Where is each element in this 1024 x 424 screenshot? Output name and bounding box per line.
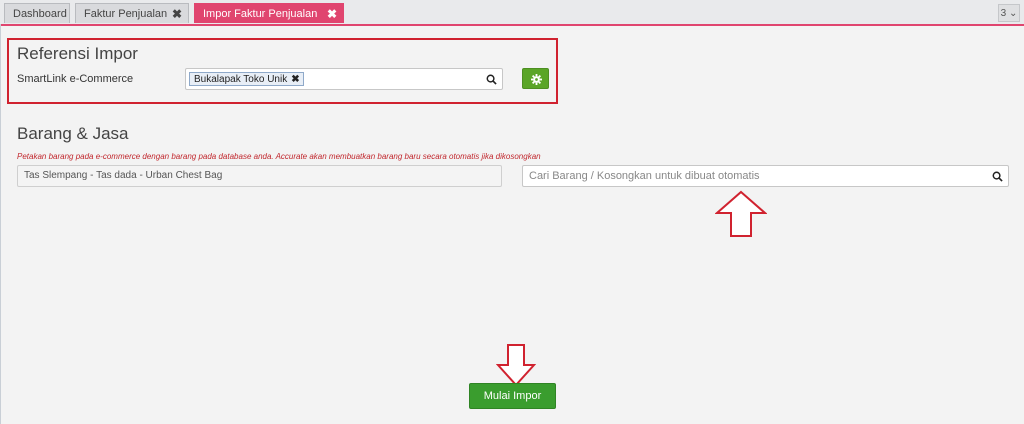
tab-bar: Dashboard Faktur Penjualan ✖ Impor Faktu… <box>0 0 1024 26</box>
reference-title: Referensi Impor <box>17 44 138 63</box>
selected-chip: Bukalapak Toko Unik ✖ <box>189 72 304 86</box>
chip-label: Bukalapak Toko Unik <box>194 74 288 85</box>
arrow-up-annotation-icon <box>715 190 767 237</box>
start-import-button[interactable]: Mulai Impor <box>469 383 556 409</box>
tab-label: Faktur Penjualan <box>84 8 168 20</box>
item-search-input[interactable] <box>523 166 983 186</box>
search-icon[interactable] <box>486 74 497 85</box>
smartlink-select[interactable]: Bukalapak Toko Unik ✖ <box>185 68 503 90</box>
tab-label: Dashboard <box>13 8 67 20</box>
remove-chip-icon[interactable]: ✖ <box>291 74 299 85</box>
tab-label: Impor Faktur Penjualan <box>203 8 318 20</box>
ecommerce-item-field: Tas Slempang - Tas dada - Urban Chest Ba… <box>17 165 502 187</box>
tab-faktur-penjualan[interactable]: Faktur Penjualan ✖ <box>75 3 189 23</box>
mapping-note: Petakan barang pada e-commerce dengan ba… <box>17 152 541 161</box>
goods-title: Barang & Jasa <box>17 124 129 143</box>
item-search-box[interactable] <box>522 165 1009 187</box>
tab-count-dropdown[interactable]: 3 ⌄ <box>998 4 1020 22</box>
left-frame-border <box>0 24 1 424</box>
settings-button[interactable] <box>522 68 549 89</box>
tab-impor-faktur-penjualan[interactable]: Impor Faktur Penjualan ✖ <box>194 3 344 23</box>
search-icon[interactable] <box>992 171 1003 182</box>
arrow-down-annotation-icon <box>496 344 536 387</box>
smartlink-label: SmartLink e-Commerce <box>17 73 134 85</box>
gear-icon <box>531 74 542 85</box>
tab-dashboard[interactable]: Dashboard <box>4 3 70 23</box>
close-icon[interactable]: ✖ <box>172 4 182 24</box>
close-icon[interactable]: ✖ <box>327 4 337 24</box>
